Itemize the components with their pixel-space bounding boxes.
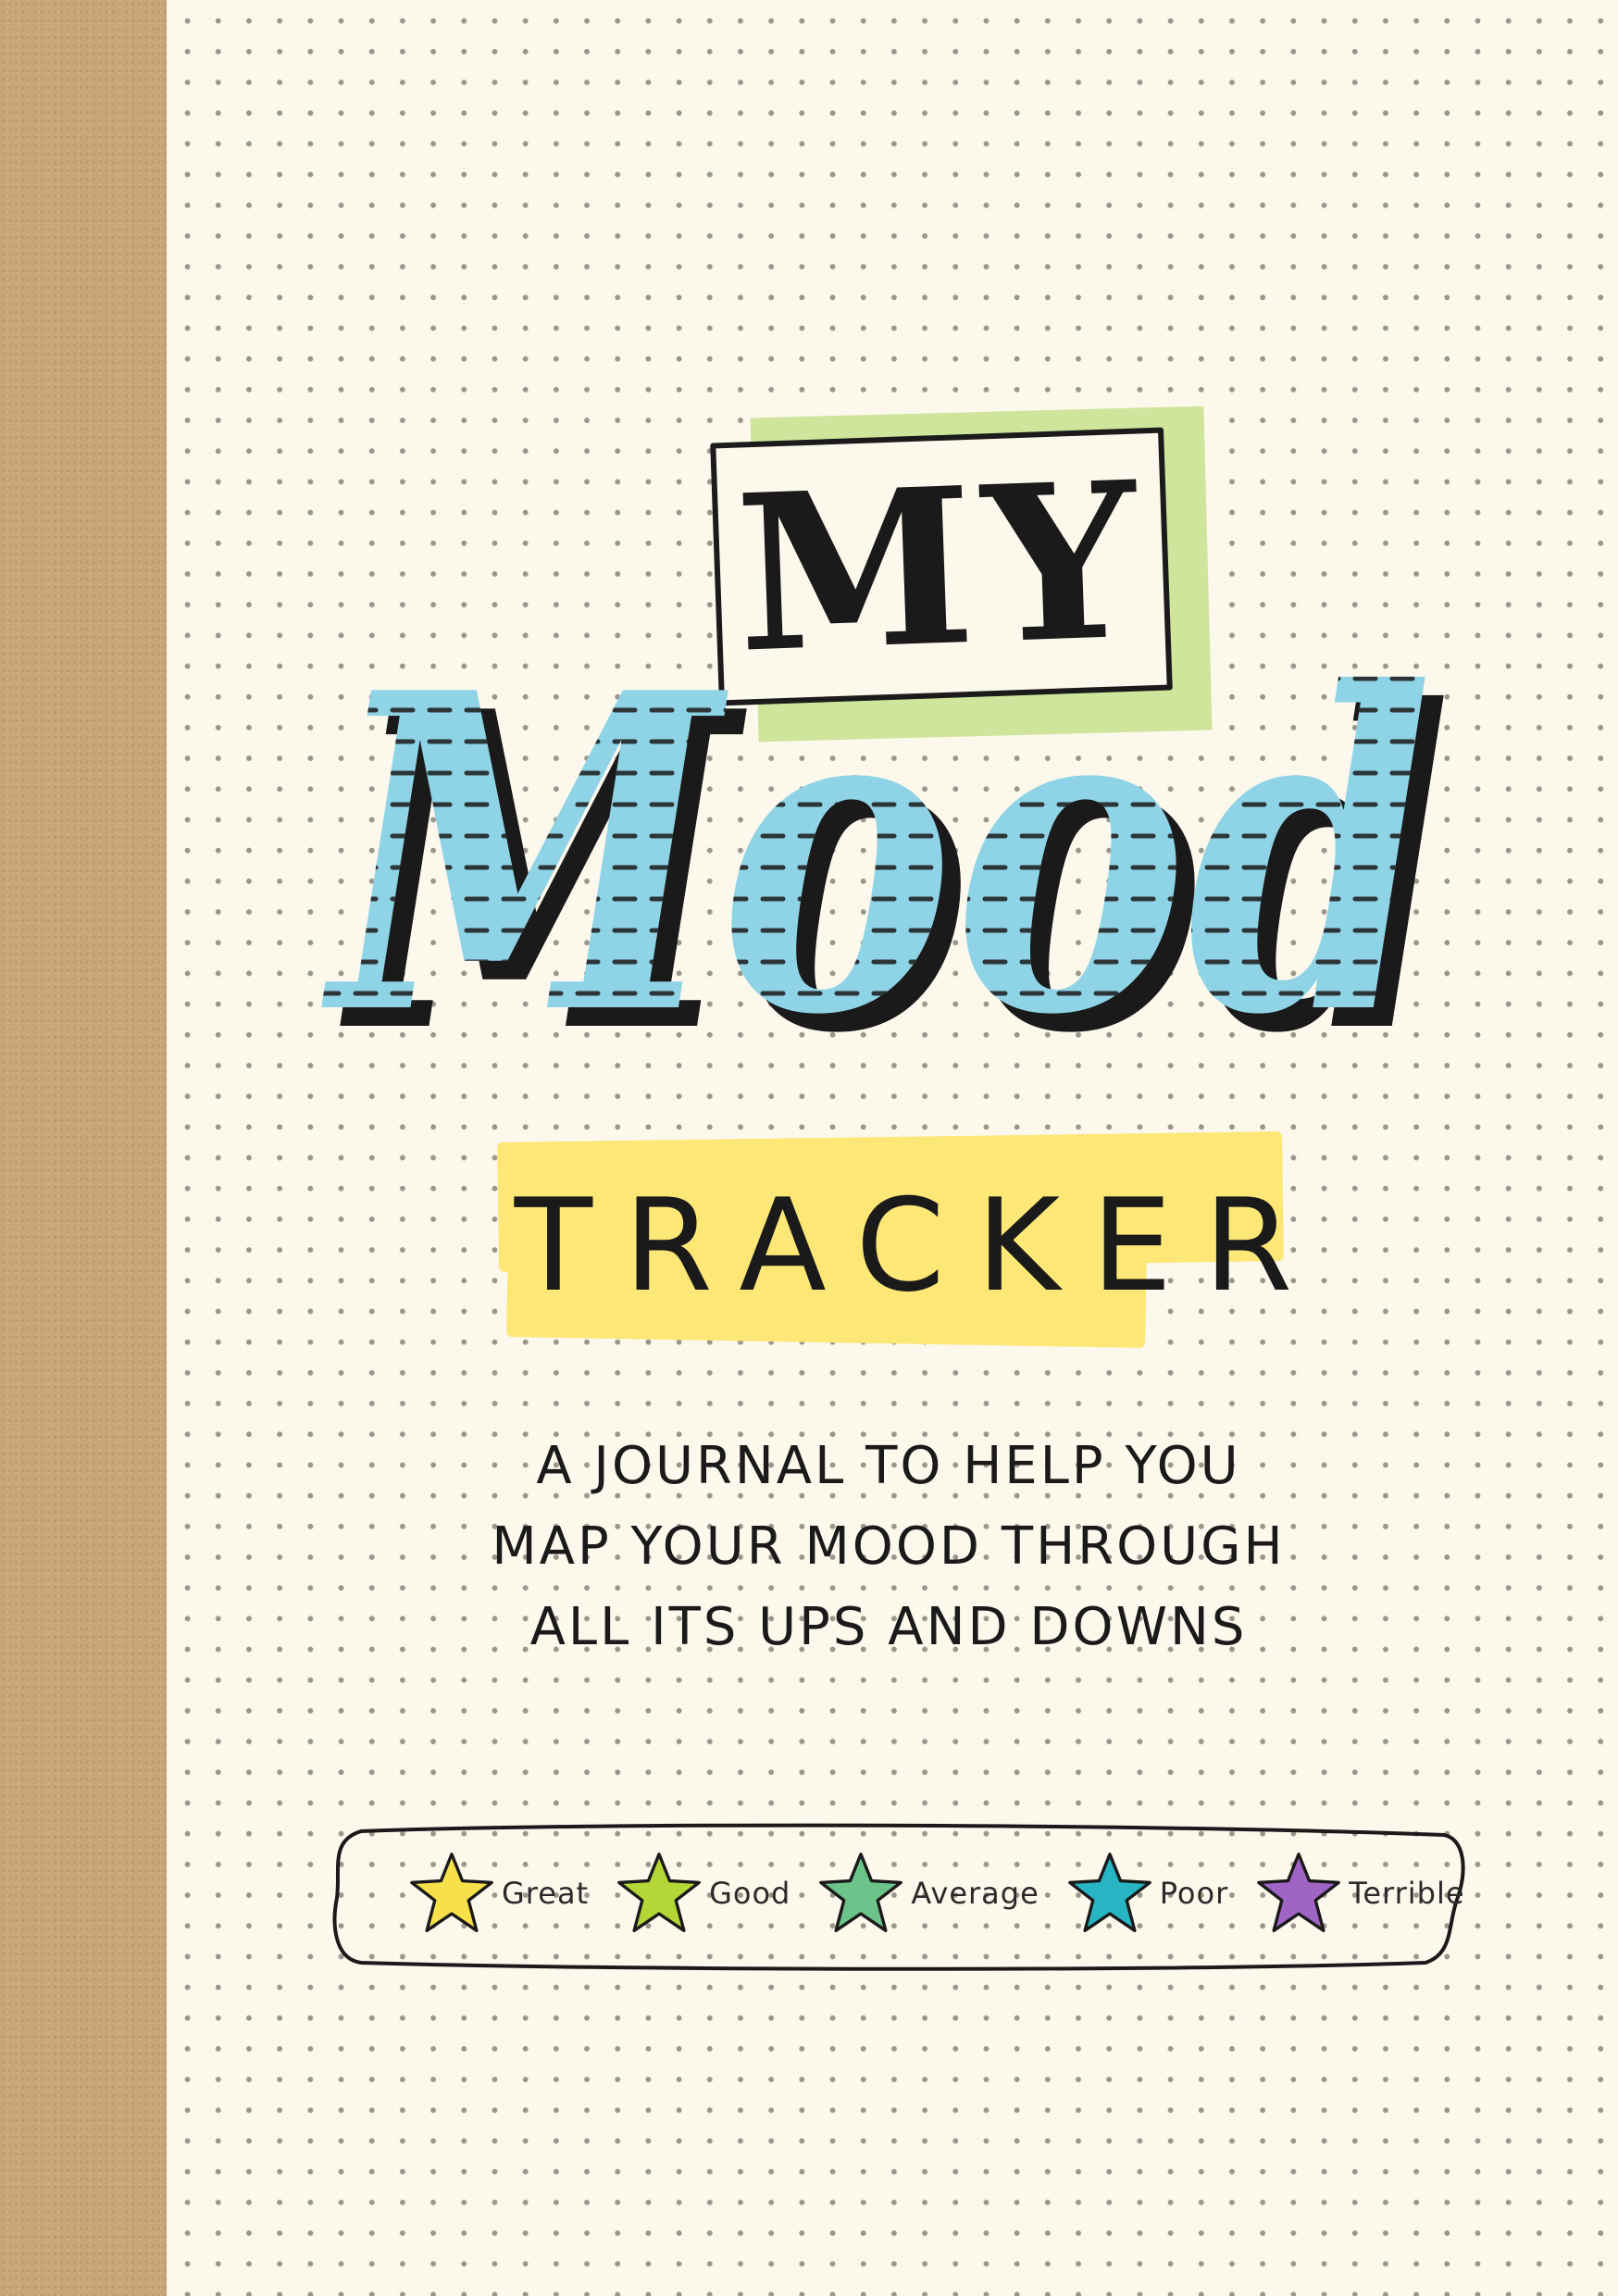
legend-item-good: Good <box>615 1849 790 1938</box>
subtitle: A JOURNAL TO HELP YOU MAP YOUR MOOD THRO… <box>426 1426 1351 1667</box>
legend-label: Poor <box>1159 1876 1229 1911</box>
mood-hatching: Mood <box>320 599 1433 1110</box>
star-icon <box>617 1853 701 1932</box>
star-icon <box>819 1853 903 1932</box>
star-icon <box>1067 1853 1151 1932</box>
legend-item-terrible: Terrible <box>1254 1849 1464 1938</box>
legend-item-poor: Poor <box>1065 1849 1228 1938</box>
subtitle-line: ALL ITS UPS AND DOWNS <box>529 1597 1248 1657</box>
legend-label: Great <box>502 1876 590 1911</box>
star-icon <box>410 1853 493 1932</box>
title-mood-lettering: Mood Mood Mood <box>320 599 1451 1111</box>
subtitle-line: A JOURNAL TO HELP YOU <box>536 1436 1241 1496</box>
legend-item-average: Average <box>816 1849 1039 1938</box>
legend-label: Good <box>709 1876 791 1911</box>
legend-item-great: Great <box>407 1849 589 1938</box>
kraft-spine <box>0 0 167 2296</box>
mood-legend: Great Good Average Poor Terrible <box>407 1842 1464 1944</box>
legend-label: Average <box>911 1876 1039 1911</box>
legend-label: Terrible <box>1349 1876 1465 1911</box>
title-tracker: TRACKER <box>514 1170 1325 1320</box>
star-icon <box>1257 1853 1341 1932</box>
subtitle-line: MAP YOUR MOOD THROUGH <box>492 1516 1286 1577</box>
